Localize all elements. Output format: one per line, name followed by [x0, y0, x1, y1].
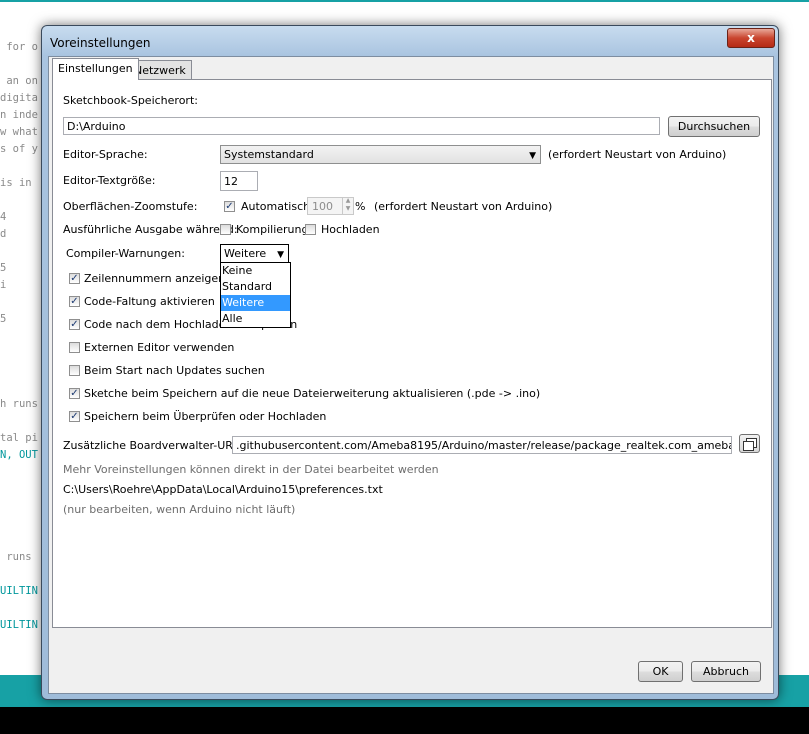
verbose-label: Ausführliche Ausgabe während: — [63, 223, 238, 236]
textsize-label: Editor-Textgröße: — [63, 174, 156, 187]
boards-url-field[interactable]: .githubusercontent.com/Ameba8195/Arduino… — [232, 436, 732, 454]
language-label: Editor-Sprache: — [63, 148, 148, 161]
dropdown-item[interactable]: Weitere — [221, 295, 290, 311]
option-label: Code-Faltung aktivieren — [84, 295, 215, 308]
code-line: tal pi — [0, 432, 38, 444]
option-checkbox[interactable]: ✓ — [69, 296, 80, 307]
window-icon-back — [743, 441, 754, 451]
option-checkbox[interactable] — [69, 365, 80, 376]
language-note: (erfordert Neustart von Arduino) — [548, 148, 727, 161]
zoom-auto-checkbox[interactable]: ✓ — [224, 201, 235, 212]
editor-top-bar — [0, 0, 809, 2]
option-checkbox[interactable]: ✓ — [69, 388, 80, 399]
code-line: h runs — [0, 398, 38, 410]
textsize-field[interactable]: 12 — [220, 171, 258, 191]
option-label: Externen Editor verwenden — [84, 341, 235, 354]
code-line: UILTIN — [0, 585, 38, 597]
cancel-button[interactable]: Abbruch — [691, 661, 761, 682]
option-checkbox[interactable]: ✓ — [69, 319, 80, 330]
boards-url-edit-button[interactable] — [739, 434, 760, 453]
zoom-note: (erfordert Neustart von Arduino) — [374, 200, 553, 213]
option-label: Speichern beim Überprüfen oder Hochladen — [84, 410, 327, 423]
code-line: for o — [0, 41, 38, 53]
zoom-spinner-arrows[interactable]: ▲ ▼ — [342, 197, 353, 215]
close-button[interactable]: x — [727, 28, 775, 48]
close-icon: x — [747, 31, 755, 45]
option-checkbox[interactable]: ✓ — [69, 411, 80, 422]
code-line: n inde — [0, 109, 38, 121]
option-checkbox[interactable] — [69, 342, 80, 353]
browse-button[interactable]: Durchsuchen — [668, 116, 760, 137]
code-line: d — [0, 228, 7, 240]
option-label: Beim Start nach Updates suchen — [84, 364, 265, 377]
warnings-dropdown-list: Keine Standard Weitere Alle — [220, 262, 291, 328]
prefs-file-path: C:\Users\Roehre\AppData\Local\Arduino15\… — [63, 483, 383, 496]
verbose-upload-checkbox[interactable] — [305, 224, 316, 235]
zoom-label: Oberflächen-Zoomstufe: — [63, 200, 198, 213]
dropdown-item[interactable]: Keine — [221, 263, 290, 279]
dialog-title: Voreinstellungen — [50, 36, 151, 50]
code-line: 4 — [0, 211, 7, 223]
code-line: 5 — [0, 262, 7, 274]
code-line: i — [0, 279, 7, 291]
dialog-client-area: Einstellungen Netzwerk Sketchbook-Speich… — [48, 56, 774, 694]
verbose-compile-label: Kompilierung — [236, 223, 309, 236]
zoom-unit: % — [355, 200, 366, 213]
dropdown-item[interactable]: Standard — [221, 279, 290, 295]
code-line: is in — [0, 177, 32, 189]
code-line: an on — [0, 75, 38, 87]
verbose-upload-label: Hochladen — [321, 223, 380, 236]
boards-url-label: Zusätzliche Boardverwalter-URLs: — [63, 439, 249, 452]
code-line: runs — [0, 551, 32, 563]
ok-button[interactable]: OK — [638, 661, 683, 682]
warnings-label: Compiler-Warnungen: — [66, 247, 185, 260]
verbose-compile-checkbox[interactable] — [220, 224, 231, 235]
sketchbook-path-field[interactable]: D:\Arduino — [63, 117, 660, 135]
warnings-select-value: Weitere — [224, 247, 267, 260]
settings-panel: Sketchbook-Speicherort: D:\Arduino Durch… — [52, 79, 772, 628]
code-line: N, OUT — [0, 449, 38, 461]
edit-note: (nur bearbeiten, wenn Arduino nicht läuf… — [63, 503, 296, 516]
option-checkbox[interactable]: ✓ — [69, 273, 80, 284]
warnings-select[interactable]: Weitere ▼ — [220, 244, 289, 263]
dropdown-item[interactable]: Alle — [221, 311, 290, 327]
code-line: 5 — [0, 313, 7, 325]
zoom-auto-label: Automatisch — [241, 200, 311, 213]
preferences-dialog: Voreinstellungen x Einstellungen Netzwer… — [41, 25, 779, 700]
tab-einstellungen[interactable]: Einstellungen — [52, 58, 139, 80]
option-label: Sketche beim Speichern auf die neue Date… — [84, 387, 541, 400]
language-select-value: Systemstandard — [224, 148, 314, 161]
language-select[interactable]: Systemstandard ▼ — [220, 145, 541, 164]
more-prefs-note: Mehr Voreinstellungen können direkt in d… — [63, 463, 439, 476]
code-line: digita — [0, 92, 38, 104]
chevron-down-icon: ▼ — [529, 151, 536, 161]
code-line: w what — [0, 126, 38, 138]
sketchbook-label: Sketchbook-Speicherort: — [63, 94, 198, 107]
code-line: UILTIN — [0, 619, 38, 631]
option-label: Zeilennummern anzeigen — [84, 272, 226, 285]
code-line: s of y — [0, 143, 38, 155]
taskbar-area — [0, 707, 809, 734]
